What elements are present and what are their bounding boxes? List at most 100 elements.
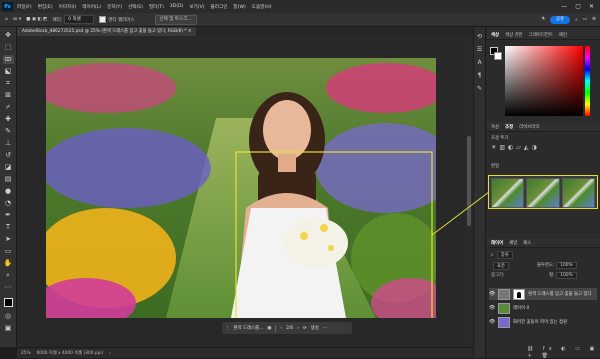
background-color-chip[interactable] (494, 52, 502, 60)
prev-icon[interactable]: ‹ (280, 326, 282, 331)
color-field[interactable] (505, 46, 583, 116)
menu-help[interactable]: 도움말(H) (252, 4, 272, 10)
antialias-checkbox[interactable] (99, 16, 107, 23)
history-panel-icon[interactable]: ⟲ (477, 33, 482, 40)
brush-tool-icon[interactable]: ✎ (3, 127, 14, 136)
canvas-scrollbar[interactable] (465, 36, 473, 347)
beaker-icon[interactable]: ⚗ (541, 17, 545, 22)
fill-input[interactable]: 100% (556, 272, 577, 279)
scrollbar-thumb[interactable] (467, 136, 471, 226)
next-icon[interactable]: › (297, 326, 299, 331)
tab-swatches[interactable]: 색상 견본 (505, 32, 523, 38)
layer-kind-select[interactable]: 종류 (496, 251, 513, 259)
dodge-tool-icon[interactable]: ◔ (3, 199, 14, 208)
layers-footer-icons[interactable]: ⛓ fx ◐ ▭ ▣ ＋ 🗑 (527, 346, 600, 359)
maximize-button[interactable]: ▢ (575, 3, 581, 10)
layer-filter[interactable]: ⌕ 종류 (491, 251, 513, 259)
variation-thumb[interactable] (526, 178, 560, 208)
gradient-tool-icon[interactable]: ▤ (3, 175, 14, 184)
image-icon[interactable]: ▣ (267, 326, 271, 331)
lasso-tool-icon[interactable]: ꝏ (2, 55, 14, 64)
settings-icon[interactable]: ⚙ (592, 17, 596, 22)
home-icon[interactable]: ⌂ (5, 17, 8, 22)
layer-name[interactable]: 레이어 0 (513, 305, 529, 311)
share-button[interactable]: 공유 (549, 15, 571, 24)
paragraph-panel-icon[interactable]: ¶ (478, 72, 482, 79)
menu-window[interactable]: 창(W) (233, 4, 245, 10)
move-tool-icon[interactable]: ✥ (3, 31, 14, 40)
menu-filter[interactable]: 필터(T) (149, 4, 164, 10)
generate-button[interactable]: 생성 (311, 325, 319, 331)
variation-thumb[interactable] (561, 178, 595, 208)
quick-mask-icon[interactable]: ◎ (3, 312, 14, 321)
history-brush-tool-icon[interactable]: ↺ (3, 151, 14, 160)
menu-3d[interactable]: 3D(D) (170, 4, 184, 9)
menu-image[interactable]: 이미지(I) (59, 4, 77, 10)
search-icon[interactable]: ⌕ (575, 17, 578, 23)
menu-plugins[interactable]: 플러그인 (211, 4, 228, 10)
layer-row[interactable]: 👁 흰색 드레스를 입고 꽃을 들고 있다 (489, 288, 597, 300)
ctx-title[interactable]: 흰색 드레스를... (233, 325, 263, 331)
tab-channels[interactable]: 채널 (509, 240, 517, 246)
pen-tool-icon[interactable]: ✒ (3, 211, 14, 220)
healing-brush-tool-icon[interactable]: ✚ (3, 115, 14, 124)
generate-icon[interactable]: ⟳ (303, 326, 307, 331)
more-options-icon[interactable]: ⋯ (323, 326, 327, 331)
type-tool-icon[interactable]: T (3, 223, 14, 232)
close-button[interactable]: ✕ (589, 3, 594, 10)
crop-tool-icon[interactable]: ⌗ (3, 79, 14, 88)
tab-gradients[interactable]: 그레이디언트 (529, 32, 553, 38)
feather-input[interactable]: 0 픽셀 (64, 15, 95, 24)
workspace-icon[interactable]: ▭ (583, 17, 587, 22)
antialias-control[interactable]: 앤티 앨리어스 (99, 16, 135, 23)
color-swatches[interactable] (3, 295, 14, 309)
selection-mode-icons[interactable]: ■ ▣ ◧ ◩ (26, 17, 47, 22)
blend-mode-value[interactable]: 표준 (493, 262, 509, 270)
menu-view[interactable]: 보기(V) (189, 4, 204, 10)
layer-row[interactable]: 👁 레이어 0 (489, 302, 597, 314)
more-tools-icon[interactable]: ⋯ (3, 283, 14, 292)
screen-mode-icon[interactable]: ▣ (3, 324, 14, 333)
lasso-tool-preset-icon[interactable]: ꝏ ▾ (13, 17, 21, 22)
document-tab[interactable]: AdobeStock_486273525.psd @ 25% (흰색 드레스를 … (17, 27, 197, 36)
hand-tool-icon[interactable]: ✋ (3, 259, 14, 268)
tab-adjustments[interactable]: 조정 (505, 124, 513, 130)
layer-name[interactable]: 화려한 꽃들이 피어 있는 정원 (513, 319, 567, 325)
tab-libraries[interactable]: 라이브러리 (519, 124, 539, 130)
menu-layer[interactable]: 레이어(L) (82, 4, 101, 10)
tab-layers[interactable]: 레이어 (491, 240, 503, 246)
menu-type[interactable]: 문자(Y) (107, 4, 122, 10)
frame-tool-icon[interactable]: ⊠ (3, 91, 14, 100)
drag-handle-icon[interactable]: ⋮ (225, 326, 229, 331)
variation-thumb[interactable] (491, 178, 525, 208)
minimize-button[interactable]: — (561, 3, 567, 10)
eraser-tool-icon[interactable]: ◪ (3, 163, 14, 172)
menu-select[interactable]: 선택(S) (128, 4, 143, 10)
menu-edit[interactable]: 편집(E) (38, 4, 53, 10)
visibility-eye-icon[interactable]: 👁 (489, 305, 495, 311)
brush-panel-icon[interactable]: ✎ (477, 85, 482, 92)
hue-slider[interactable] (585, 46, 590, 116)
layer-row[interactable]: 👁 화려한 꽃들이 피어 있는 정원 (489, 316, 597, 328)
menu-file[interactable]: 파일(F) (17, 4, 32, 10)
visibility-eye-icon[interactable]: 👁 (489, 319, 495, 325)
blur-tool-icon[interactable]: ● (3, 187, 14, 196)
character-panel-icon[interactable]: A (477, 59, 481, 66)
layer-mask-thumbnail[interactable] (513, 288, 525, 300)
document-image[interactable] (46, 58, 436, 318)
layer-name[interactable]: 흰색 드레스를 입고 꽃을 들고 있다 (528, 291, 592, 297)
tab-close-icon[interactable]: ✕ (188, 29, 192, 34)
object-select-tool-icon[interactable]: ⬕ (3, 67, 14, 76)
marquee-tool-icon[interactable]: ⬚ (3, 43, 14, 52)
path-select-tool-icon[interactable]: ➤ (3, 235, 14, 244)
tab-properties[interactable]: 속성 (491, 124, 499, 130)
select-and-mask-button[interactable]: 선택 및 마스크... (154, 14, 197, 25)
visibility-eye-icon[interactable]: 👁 (489, 291, 495, 297)
tab-color[interactable]: 색상 (491, 32, 499, 38)
status-arrow-icon[interactable]: › (109, 351, 111, 356)
eyedropper-tool-icon[interactable]: ⌿ (3, 103, 14, 112)
properties-panel-icon[interactable]: ☰ (477, 46, 482, 53)
tab-paths[interactable]: 패스 (523, 240, 531, 246)
rectangle-tool-icon[interactable]: ▭ (3, 247, 14, 256)
blend-mode-select[interactable]: 표준 (491, 262, 509, 270)
